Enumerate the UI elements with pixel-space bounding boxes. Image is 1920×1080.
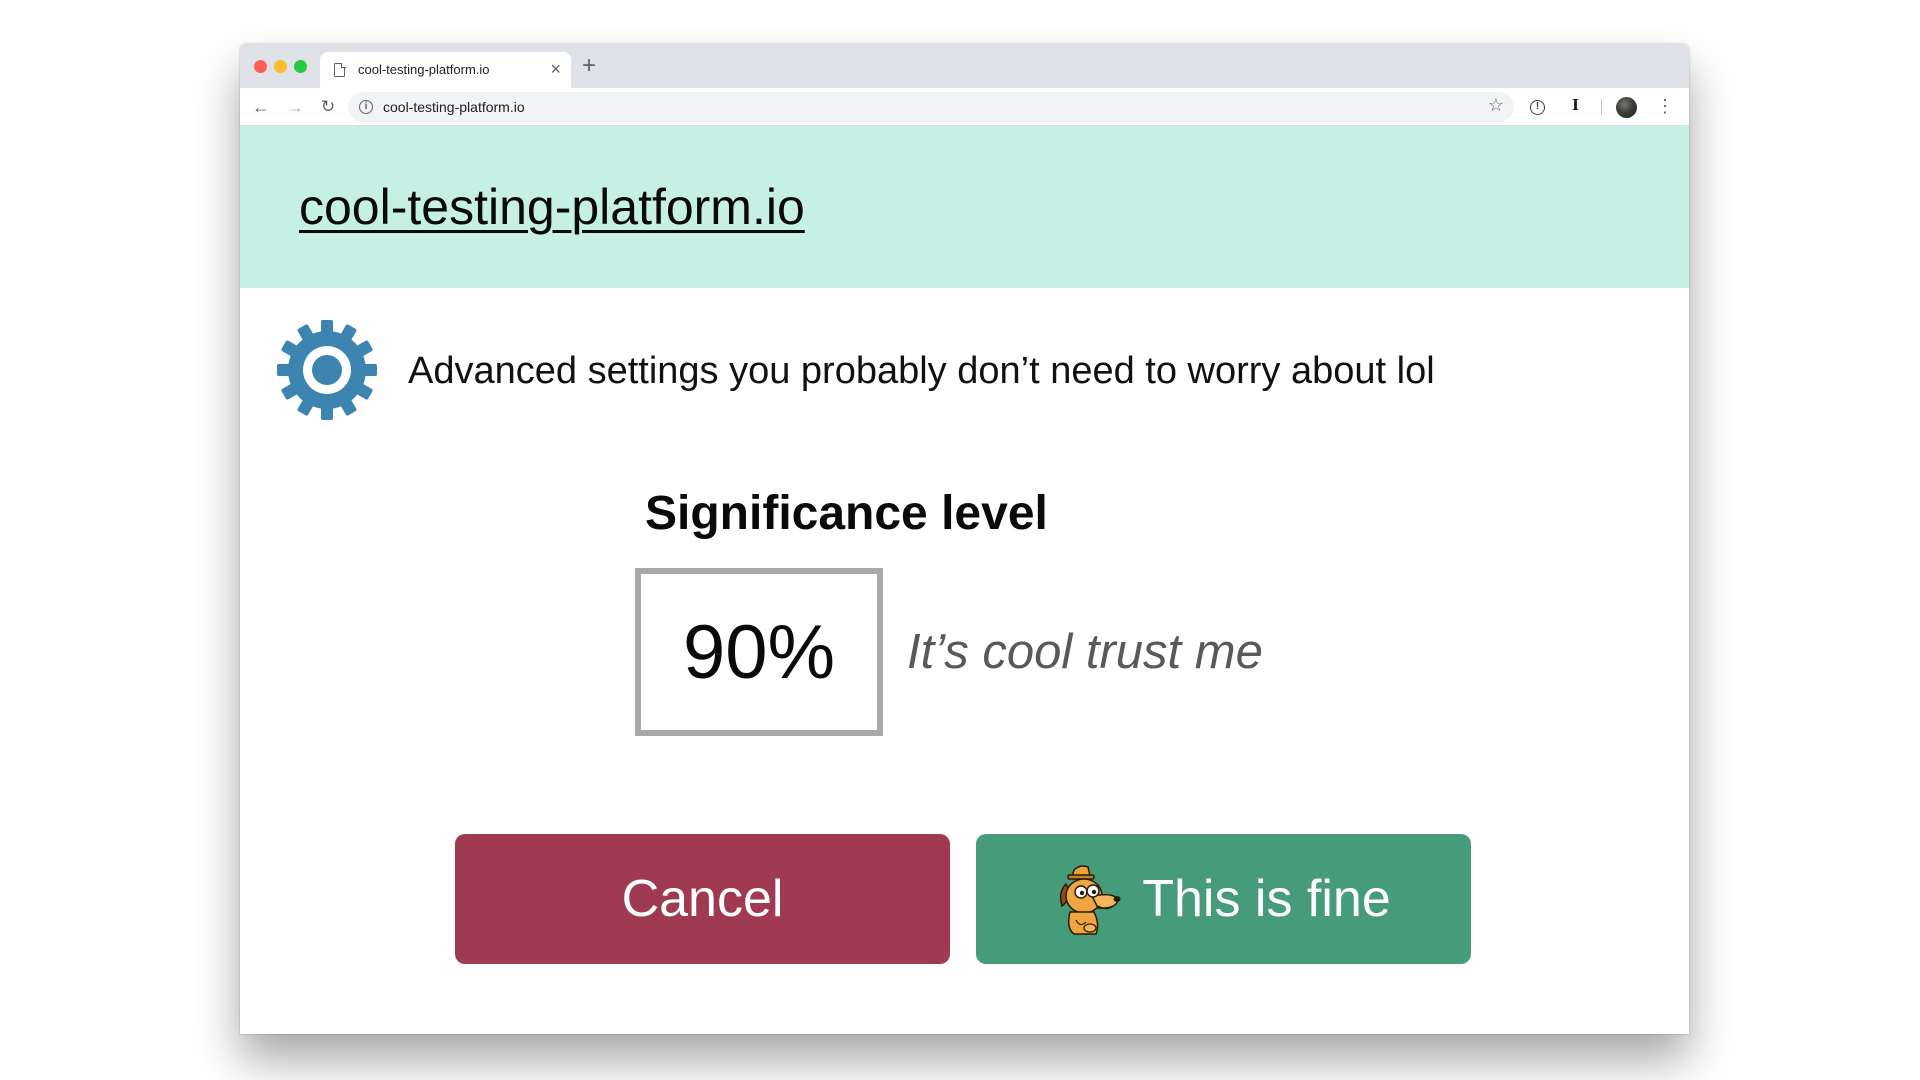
cancel-button[interactable]: Cancel (455, 834, 950, 964)
browser-window: cool-testing-platform.io × + ← → ↻ i coo… (240, 44, 1689, 1034)
page-icon (334, 62, 346, 77)
extension-text-icon[interactable]: I (1572, 96, 1579, 114)
extension-info-icon[interactable]: ! (1530, 100, 1545, 115)
gear-icon (277, 320, 377, 420)
menu-dots-icon[interactable]: ⋮ (1656, 94, 1674, 118)
this-is-fine-button[interactable]: This is fine (976, 834, 1471, 964)
significance-input[interactable] (635, 568, 883, 736)
address-bar[interactable]: i cool-testing-platform.io ☆ (348, 92, 1514, 122)
this-is-fine-button-label: This is fine (1142, 870, 1391, 928)
significance-label: Significance level (645, 487, 1048, 540)
browser-tab[interactable]: cool-testing-platform.io × (320, 52, 571, 88)
back-arrow-icon[interactable]: ← (249, 95, 273, 119)
profile-avatar[interactable] (1616, 97, 1637, 118)
browser-toolbar: ← → ↻ i cool-testing-platform.io ☆ ! I ⋮ (240, 88, 1689, 126)
site-info-icon[interactable]: i (359, 100, 373, 114)
forward-arrow-icon[interactable]: → (283, 95, 307, 119)
significance-note: It’s cool trust me (907, 625, 1263, 679)
url-text[interactable]: cool-testing-platform.io (383, 99, 525, 115)
cancel-button-label: Cancel (621, 870, 784, 928)
site-title-link[interactable]: cool-testing-platform.io (299, 178, 805, 236)
reload-icon[interactable]: ↻ (316, 95, 340, 119)
new-tab-button[interactable]: + (582, 54, 596, 78)
toolbar-divider (1601, 99, 1602, 115)
minimize-window-button[interactable] (274, 60, 287, 73)
site-header: cool-testing-platform.io (240, 126, 1689, 288)
tab-title: cool-testing-platform.io (358, 62, 490, 77)
maximize-window-button[interactable] (294, 60, 307, 73)
close-window-button[interactable] (254, 60, 267, 73)
this-is-fine-dog-icon (1060, 865, 1121, 935)
bookmark-star-icon[interactable]: ☆ (1488, 95, 1504, 116)
tab-close-icon[interactable]: × (550, 59, 561, 79)
tab-strip: cool-testing-platform.io × + (240, 44, 1689, 88)
settings-heading: Advanced settings you probably don’t nee… (408, 350, 1435, 392)
